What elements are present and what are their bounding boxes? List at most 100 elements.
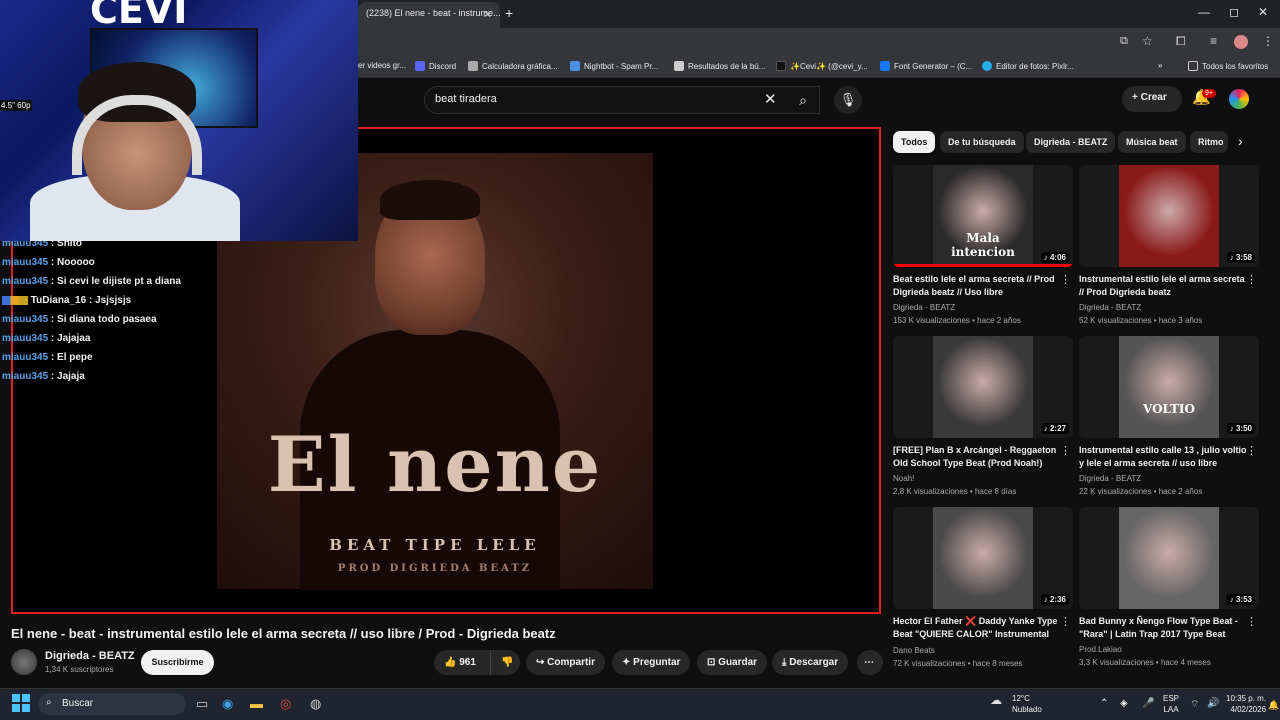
recommended-title[interactable]: Bad Bunny x Ñengo Flow Type Beat - "Rara… <box>1079 615 1259 641</box>
recommended-meta: 52 K visualizaciones • hace 3 años <box>1079 316 1203 325</box>
bookmark-star-icon[interactable]: ☆ <box>1142 34 1153 48</box>
chip-channel[interactable]: Digrieda - BEATZ <box>1026 131 1116 153</box>
minimize-button[interactable]: — <box>1198 5 1210 19</box>
chevron-right-icon[interactable]: › <box>1238 133 1243 149</box>
chat-message: miauu345 : Nooooo <box>2 257 95 268</box>
recommended-title[interactable]: Beat estilo lele el arma secreta // Prod… <box>893 273 1073 299</box>
monitor-label: 4.5" 60p <box>0 100 32 111</box>
tab-close-icon[interactable]: ✕ <box>483 8 492 21</box>
recommended-channel[interactable]: Digrieda - BEATZ <box>1079 301 1259 314</box>
recommended-title[interactable]: Hector El Father ❌ Daddy Yanke Type Beat… <box>893 615 1073 642</box>
save-button[interactable]: ⊡ Guardar <box>697 650 768 675</box>
user-avatar[interactable] <box>1229 89 1249 109</box>
dislike-button[interactable]: 👎 <box>490 650 520 675</box>
bookmark-pixlr[interactable]: Editor de fotos: Pixlr... <box>982 61 1074 71</box>
chip-from-search[interactable]: De tu búsqueda <box>940 131 1024 153</box>
task-view-icon[interactable]: ▭ <box>196 696 208 712</box>
recommended-channel[interactable]: Prod.Lakiao <box>1079 643 1259 656</box>
subscribe-button[interactable]: Suscribirme <box>141 650 214 675</box>
bookmark-search-results[interactable]: Resultados de la bú... <box>674 61 765 71</box>
chip-rhythm[interactable]: Ritmo <box>1190 131 1228 153</box>
pixlr-icon <box>982 61 992 71</box>
weather-widget[interactable]: ☁ 12°C Nublado <box>990 693 1042 715</box>
tray-chevron-icon[interactable]: ⌃ <box>1100 698 1108 709</box>
microphone-icon[interactable]: 🎤 <box>1142 698 1154 709</box>
file-explorer-icon[interactable]: ▬ <box>250 696 263 711</box>
create-button[interactable]: + Crear <box>1122 86 1182 112</box>
volume-icon[interactable]: 🔊 <box>1207 698 1219 709</box>
taskbar-search[interactable]: ⌕ Buscar <box>38 693 186 715</box>
tray-app-icon[interactable]: ◈ <box>1120 698 1128 709</box>
recommended-video[interactable]: ♪ 2:36 Hector El Father ❌ Daddy Yanke Typ… <box>893 507 1073 670</box>
obs-icon[interactable]: ◍ <box>310 696 321 712</box>
more-options-icon[interactable]: ⋮ <box>1060 444 1071 457</box>
queue-icon[interactable]: ≡ <box>1210 34 1217 48</box>
recommended-meta: 2,8 K visualizaciones • hace 8 días <box>893 487 1017 496</box>
share-button[interactable]: ↪ Compartir <box>526 650 605 675</box>
all-favorites[interactable]: Todos los favoritos <box>1188 61 1268 71</box>
bookmarks-overflow-icon[interactable]: » <box>1158 61 1162 70</box>
edge-icon[interactable]: ◉ <box>222 696 233 712</box>
channel-avatar[interactable] <box>11 649 37 675</box>
recommended-channel[interactable]: Digrieda - BEATZ <box>1079 472 1259 485</box>
bookmark-tiktok[interactable]: ✨Cevi✨ (@cevi_y... <box>776 61 868 71</box>
bookmark-nightbot[interactable]: Nightbot - Spam Pr... <box>570 61 658 71</box>
voice-search-button[interactable]: 🎙 <box>834 86 862 114</box>
wifi-icon[interactable]: ⌔ <box>1190 698 1199 711</box>
profile-avatar[interactable] <box>1234 35 1248 49</box>
extensions-icon[interactable]: ⧠ <box>1176 34 1186 49</box>
recommended-video[interactable]: VOLTIO ♪ 3:50 Instrumental estilo calle 13… <box>1079 336 1259 498</box>
more-options-icon[interactable]: ⋮ <box>1060 615 1071 628</box>
more-options-icon[interactable]: ⋮ <box>1246 273 1257 286</box>
bookmark-font-generator[interactable]: Font Generator – (C... <box>880 61 972 71</box>
recommended-video[interactable]: ♪ 3:58 Instrumental estilo lele el arma s… <box>1079 165 1259 327</box>
search-button[interactable]: ⌕ <box>785 86 821 114</box>
close-window-button[interactable]: ✕ <box>1258 5 1268 19</box>
video-thumbnail[interactable]: VOLTIO ♪ 3:50 <box>1079 336 1259 438</box>
bookmark-discord[interactable]: Discord <box>415 61 456 71</box>
chrome-icon[interactable]: ◎ <box>280 696 291 712</box>
video-thumbnail[interactable]: ♪ 2:36 <box>893 507 1073 609</box>
menu-icon[interactable]: ⋮ <box>1262 34 1274 48</box>
bookmark-calculator[interactable]: Calculadora gráfica... <box>468 61 558 71</box>
duration-badge: ♪ 2:36 <box>1040 594 1069 605</box>
download-button[interactable]: ⤓ Descargar <box>772 650 849 675</box>
language-indicator[interactable]: ESP LAA <box>1163 693 1179 715</box>
cast-icon[interactable]: ⧉ <box>1120 35 1128 48</box>
clear-search-icon[interactable]: ✕ <box>764 90 777 108</box>
windows-start-icon[interactable] <box>12 694 30 712</box>
chip-all[interactable]: Todos <box>893 131 936 153</box>
like-button[interactable]: 👍 961 <box>434 650 490 675</box>
search-input[interactable]: beat tiradera <box>424 86 820 114</box>
new-tab-button[interactable]: + <box>505 5 513 21</box>
video-thumbnail[interactable]: ♪ 3:53 <box>1079 507 1259 609</box>
recommended-video[interactable]: ♪ 3:53 Bad Bunny x Ñengo Flow Type Beat -… <box>1079 507 1259 669</box>
notification-center-icon[interactable]: 🔔 <box>1268 700 1279 711</box>
recommended-video[interactable]: ♪ 2:27 [FREE] Plan B x Arcángel - Reggaet… <box>893 336 1073 498</box>
more-options-icon[interactable]: ⋮ <box>1246 615 1257 628</box>
subscriber-count: 1,34 K suscriptores <box>45 665 114 674</box>
ask-button[interactable]: ✦ Preguntar <box>612 650 691 675</box>
recommended-title[interactable]: [FREE] Plan B x Arcángel - Reggaeton Old… <box>893 444 1073 470</box>
browser-tab[interactable]: (2238) El nene - beat - instrume... ✕ <box>358 2 500 28</box>
video-thumbnail[interactable]: ♪ 2:27 <box>893 336 1073 438</box>
chip-beat-music[interactable]: Música beat <box>1118 131 1186 153</box>
video-thumbnail[interactable]: ♪ 3:58 <box>1079 165 1259 267</box>
recommended-video[interactable]: Mala intencion ♪ 4:06 Beat estilo lele el … <box>893 165 1073 327</box>
recommended-channel[interactable]: Digrieda - BEATZ <box>893 301 1073 314</box>
more-options-icon[interactable]: ⋮ <box>1060 273 1071 286</box>
tab-title: (2238) El nene - beat - instrume... <box>366 8 500 18</box>
recommended-channel[interactable]: Dano Beats <box>893 644 1073 657</box>
search-icon: ⌕ <box>46 697 52 708</box>
bookmark-item[interactable]: er videos gr... <box>358 61 406 70</box>
clock[interactable]: 10:35 p. m. 4/02/2026 <box>1226 693 1266 715</box>
video-thumbnail[interactable]: Mala intencion ♪ 4:06 <box>893 165 1073 267</box>
recommended-channel[interactable]: Noah! <box>893 472 1073 485</box>
channel-name[interactable]: Digrieda - BEATZ <box>45 650 135 662</box>
maximize-button[interactable]: ◻ <box>1229 5 1239 19</box>
recommended-title[interactable]: Instrumental estilo calle 13 , julio vol… <box>1079 444 1259 470</box>
recommended-title[interactable]: Instrumental estilo lele el arma secreta… <box>1079 273 1259 299</box>
duration-badge: ♪ 2:27 <box>1040 423 1069 434</box>
more-actions-button[interactable]: ⋯ <box>857 650 883 675</box>
more-options-icon[interactable]: ⋮ <box>1246 444 1257 457</box>
